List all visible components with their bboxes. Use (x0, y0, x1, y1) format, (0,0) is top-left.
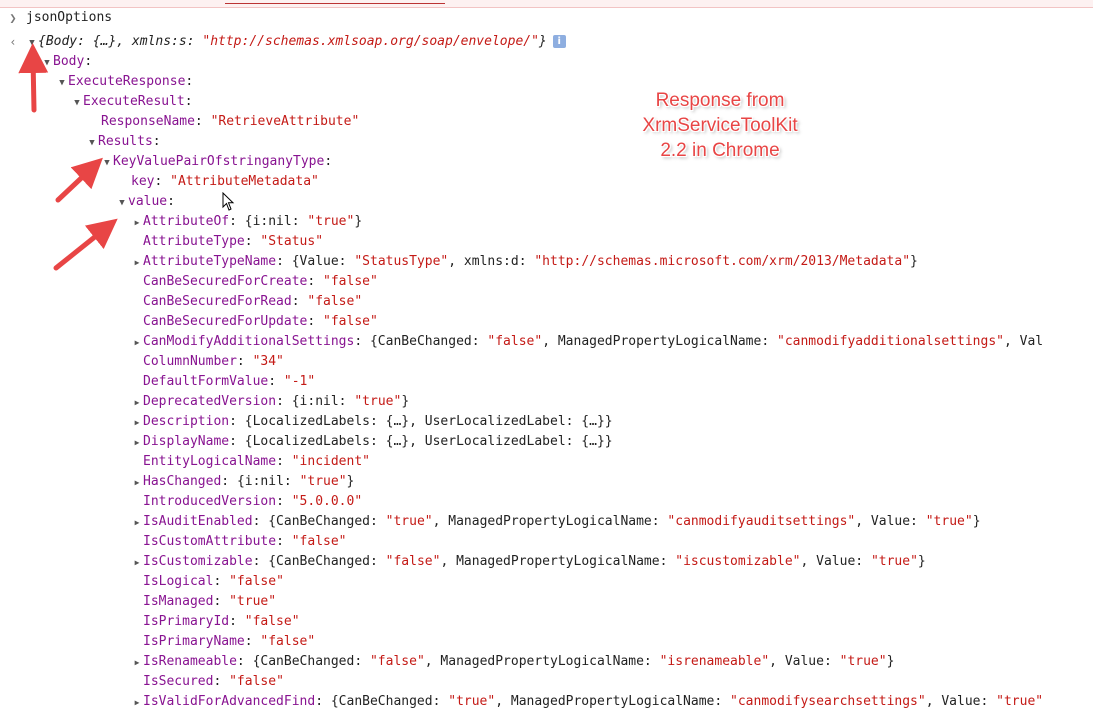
annotation-arrows (18, 43, 118, 271)
arrow-to-results (55, 157, 103, 203)
arrow-to-value (53, 218, 118, 271)
arrow-to-root (18, 43, 49, 113)
mouse-cursor-icon (222, 192, 235, 211)
